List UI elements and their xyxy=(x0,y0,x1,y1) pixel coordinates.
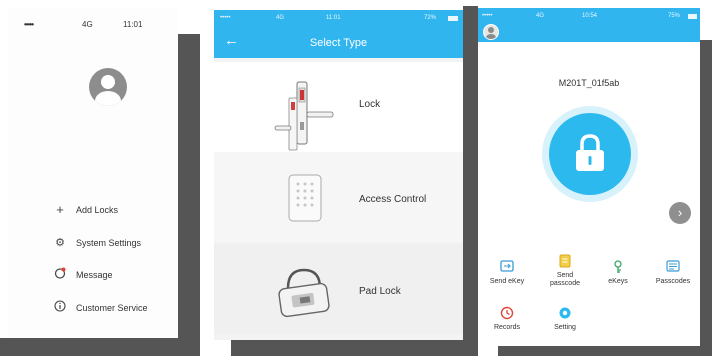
battery-icon xyxy=(688,14,697,19)
clock: 11:01 xyxy=(123,20,143,29)
lock-name: M201T_01f5ab xyxy=(558,78,620,88)
send-passcode-button[interactable]: Send passcode xyxy=(540,254,590,288)
next-arrow-button[interactable]: › xyxy=(669,202,691,224)
menu-item-label: Message xyxy=(76,270,113,280)
gear-icon: ⚙ xyxy=(55,237,65,249)
passcodes-button[interactable]: Passcodes xyxy=(648,260,698,286)
send-passcode-icon xyxy=(540,254,590,270)
send-ekey-button[interactable]: Send eKey xyxy=(482,260,532,286)
keypad-icon xyxy=(288,174,322,222)
ekeys-icon xyxy=(593,260,643,276)
backdrop-shape xyxy=(498,346,700,356)
battery-level: 72% xyxy=(424,15,437,21)
padlock-icon xyxy=(278,268,330,318)
avatar-head xyxy=(488,27,494,33)
plus-icon: + xyxy=(56,202,64,217)
records-icon xyxy=(482,306,532,322)
signal-indicator: ••••• xyxy=(220,15,231,21)
avatar-body xyxy=(95,91,121,106)
menu-item-label: Customer Service xyxy=(76,303,148,313)
side-menu-screen: ••••• 4G 11:01 + Add Locks ⚙ System Sett… xyxy=(8,8,178,338)
clock: 11:01 xyxy=(326,15,341,21)
app-header: ••••• 4G 11:01 72% ← Select Type xyxy=(214,10,463,58)
info-icon xyxy=(53,300,67,316)
network-type: 4G xyxy=(536,13,545,19)
backdrop-shape xyxy=(178,34,200,352)
message-icon xyxy=(53,267,67,283)
setting-button[interactable]: Setting xyxy=(540,306,590,332)
app-header: ••••• 4G 10:54 75% xyxy=(478,8,700,42)
ekeys-button[interactable]: eKeys xyxy=(593,260,643,286)
backdrop-shape xyxy=(700,40,712,356)
records-button[interactable]: Records xyxy=(482,306,532,332)
clock: 10:54 xyxy=(582,13,598,19)
lock-icon xyxy=(576,134,604,171)
backdrop-shape xyxy=(231,340,463,356)
lock-detail-screen: ••••• 4G 10:54 75% M201T_01f5ab › Send e… xyxy=(478,8,700,346)
page-title: Select Type xyxy=(309,37,368,49)
avatar-body xyxy=(486,34,496,39)
backdrop-shape xyxy=(463,6,478,356)
backdrop-shape xyxy=(0,338,200,356)
type-option-label: Access Control xyxy=(359,194,427,205)
menu-item-label: System Settings xyxy=(76,238,142,248)
chevron-right-icon: › xyxy=(677,205,683,220)
send-ekey-icon xyxy=(482,260,532,276)
battery-icon xyxy=(448,16,458,21)
menu-item-add-locks[interactable]: + Add Locks xyxy=(53,203,118,217)
setting-icon xyxy=(540,306,590,322)
action-label: Records xyxy=(493,324,521,331)
signal-indicator: ••••• xyxy=(482,13,493,19)
network-type: 4G xyxy=(82,20,93,29)
select-type-screen: ••••• 4G 11:01 72% ← Select Type Lock Ac… xyxy=(214,10,463,340)
type-option-label: Lock xyxy=(359,99,381,110)
menu-item-system-settings[interactable]: ⚙ System Settings xyxy=(53,236,141,250)
battery-level: 75% xyxy=(668,13,681,19)
action-label: Send eKey xyxy=(489,278,525,285)
passcodes-icon xyxy=(648,260,698,276)
menu-item-message[interactable]: Message xyxy=(53,267,113,283)
door-lock-icon xyxy=(274,81,334,151)
type-option-pad-lock[interactable]: Pad Lock xyxy=(214,244,463,334)
network-type: 4G xyxy=(276,15,285,21)
action-label: Send passcode xyxy=(550,272,580,287)
menu-item-customer-service[interactable]: Customer Service xyxy=(53,300,148,316)
avatar[interactable] xyxy=(483,24,499,40)
action-label: Setting xyxy=(554,324,576,331)
action-label: eKeys xyxy=(608,278,628,285)
action-label: Passcodes xyxy=(655,278,691,285)
type-option-label: Pad Lock xyxy=(359,286,401,297)
avatar-head xyxy=(101,75,115,89)
type-option-lock[interactable]: Lock xyxy=(214,62,463,152)
avatar[interactable] xyxy=(89,68,127,106)
signal-indicator: ••••• xyxy=(24,20,34,29)
type-option-access-control[interactable]: Access Control xyxy=(214,152,463,242)
unlock-button[interactable] xyxy=(549,113,631,195)
menu-item-label: Add Locks xyxy=(76,205,119,215)
